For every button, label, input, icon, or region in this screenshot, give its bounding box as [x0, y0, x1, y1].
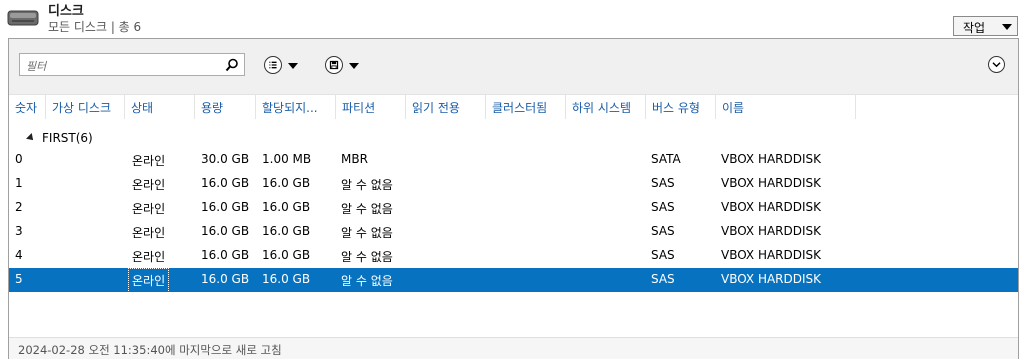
table-row[interactable]: 1 온라인 16.0 GB 16.0 GB 알 수 없음 SAS VBOX HARDDISK [9, 172, 1018, 196]
cell-allocated: 16.0 GB [262, 248, 311, 262]
column-read-only[interactable]: 읽기 전용 [406, 95, 486, 119]
cell-status: 온라인 [132, 154, 166, 168]
cell-bus-type: SAS [651, 200, 675, 214]
column-clustered[interactable]: 클러스터됨 [486, 95, 566, 119]
table-row[interactable]: 0 온라인 30.0 GB 1.00 MB MBR SATA VBOX HARDDISK [9, 148, 1018, 172]
cell-number: 5 [15, 272, 23, 286]
table-row[interactable]: 2 온라인 16.0 GB 16.0 GB 알 수 없음 SAS VBOX HARDDISK [9, 196, 1018, 220]
cell-allocated: 1.00 MB [262, 152, 312, 166]
table-row[interactable]: 3 온라인 16.0 GB 16.0 GB 알 수 없음 SAS VBOX HARDDISK [9, 220, 1018, 244]
cell-capacity: 30.0 GB [201, 152, 250, 166]
cell-partition: MBR [341, 152, 368, 166]
dropdown-arrow-icon [349, 63, 359, 69]
page-subtitle: 모든 디스크 | 총 6 [48, 20, 142, 34]
column-virtual-disk[interactable]: 가상 디스크 [46, 95, 125, 119]
column-name[interactable]: 이름 [716, 95, 856, 119]
cell-allocated: 16.0 GB [262, 200, 311, 214]
cell-allocated: 16.0 GB [262, 224, 311, 238]
cell-name: VBOX HARDDISK [721, 224, 822, 238]
cell-bus-type: SAS [651, 248, 675, 262]
cell-allocated: 16.0 GB [262, 272, 311, 286]
cell-status: 온라인 [132, 202, 166, 216]
cell-partition: 알 수 없음 [341, 274, 393, 288]
cell-name: VBOX HARDDISK [721, 272, 822, 286]
cell-name: VBOX HARDDISK [721, 152, 822, 166]
page-title: 디스크 [48, 4, 84, 19]
search-icon[interactable] [225, 58, 239, 72]
column-status[interactable]: 상태 [125, 95, 195, 119]
cell-partition: 알 수 없음 [341, 178, 393, 192]
cell-bus-type: SAS [651, 224, 675, 238]
cell-status: 온라인 [132, 250, 166, 264]
cell-number: 3 [15, 224, 23, 238]
cell-name: VBOX HARDDISK [721, 176, 822, 190]
table-row[interactable]: 5 온라인 16.0 GB 16.0 GB 알 수 없음 SAS VBOX HARDDISK [9, 268, 1018, 293]
cell-capacity: 16.0 GB [201, 272, 250, 286]
column-partition[interactable]: 파티션 [336, 95, 406, 119]
dropdown-arrow-icon [288, 63, 298, 69]
disk-panel: 필터 숫자 가상 디스크 상태 용량 할당되지... 파티션 읽기 전용 클러스… [8, 38, 1019, 359]
cell-allocated: 16.0 GB [262, 176, 311, 190]
cell-bus-type: SATA [651, 152, 681, 166]
group-label: FIRST(6) [42, 131, 93, 145]
tasks-button-label: 작업 [963, 21, 986, 35]
cell-bus-type: SAS [651, 272, 675, 286]
column-capacity[interactable]: 용량 [195, 95, 256, 119]
list-view-icon [264, 56, 282, 74]
view-options-button[interactable] [264, 56, 302, 74]
chevron-down-icon[interactable] [988, 56, 1005, 73]
cell-capacity: 16.0 GB [201, 200, 250, 214]
cell-capacity: 16.0 GB [201, 248, 250, 262]
cell-number: 2 [15, 200, 23, 214]
tasks-button[interactable]: 작업 [953, 16, 1018, 36]
filter-input[interactable]: 필터 [19, 53, 245, 76]
status-bar: 2024-02-28 오전 11:35:40에 마지막으로 새로 고침 [9, 337, 1018, 359]
save-query-button[interactable] [325, 56, 363, 74]
collapse-triangle-icon[interactable] [26, 133, 36, 143]
cell-status: 온라인 [132, 178, 166, 192]
toolbar: 필터 [9, 39, 1018, 95]
disk-icon [7, 10, 39, 26]
cell-partition: 알 수 없음 [341, 202, 393, 216]
column-allocated[interactable]: 할당되지... [256, 95, 336, 119]
column-header-row: 숫자 가상 디스크 상태 용량 할당되지... 파티션 읽기 전용 클러스터됨 … [9, 95, 1018, 119]
column-number[interactable]: 숫자 [9, 95, 46, 119]
dropdown-arrow-icon [1002, 24, 1012, 30]
cell-status: 온라인 [127, 268, 170, 293]
cell-capacity: 16.0 GB [201, 224, 250, 238]
cell-name: VBOX HARDDISK [721, 248, 822, 262]
column-bus-type[interactable]: 버스 유형 [646, 95, 716, 119]
header: 디스크 모든 디스크 | 총 6 작업 [0, 0, 1020, 38]
last-refresh-text: 2024-02-28 오전 11:35:40에 마지막으로 새로 고침 [18, 343, 282, 357]
cell-partition: 알 수 없음 [341, 226, 393, 240]
cell-number: 4 [15, 248, 23, 262]
cell-bus-type: SAS [651, 176, 675, 190]
table-row[interactable]: 4 온라인 16.0 GB 16.0 GB 알 수 없음 SAS VBOX HARDDISK [9, 244, 1018, 268]
save-icon [325, 56, 343, 74]
cell-capacity: 16.0 GB [201, 176, 250, 190]
column-subsystem[interactable]: 하위 시스템 [566, 95, 646, 119]
cell-name: VBOX HARDDISK [721, 200, 822, 214]
cell-status: 온라인 [132, 226, 166, 240]
cell-number: 0 [15, 152, 23, 166]
cell-partition: 알 수 없음 [341, 250, 393, 264]
filter-placeholder: 필터 [26, 60, 47, 73]
cell-number: 1 [15, 176, 23, 190]
